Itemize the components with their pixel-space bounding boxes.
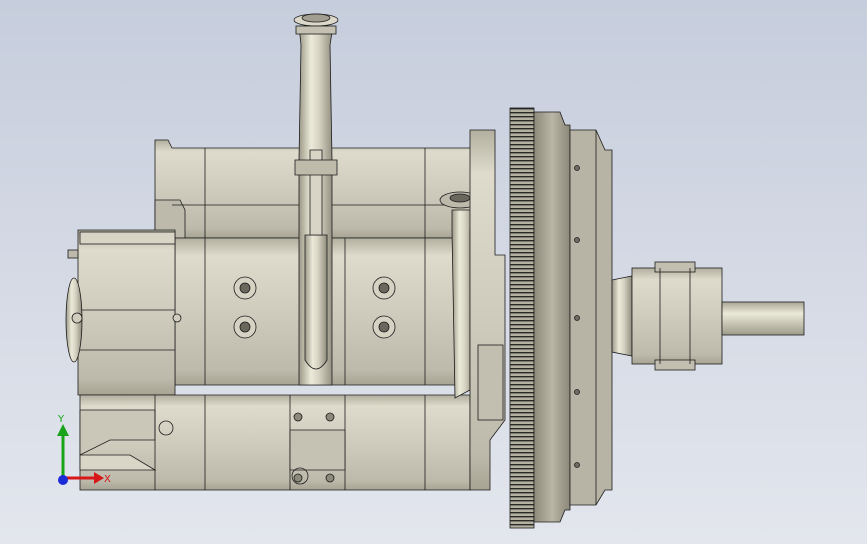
mount-hole xyxy=(325,473,335,483)
breather-cap-center xyxy=(449,193,471,203)
universal-joint xyxy=(631,267,723,365)
dipstick-guide xyxy=(304,234,328,370)
flywheel xyxy=(533,111,571,523)
cover-stud xyxy=(67,249,79,259)
front-cover xyxy=(77,229,176,396)
y-axis-arrowhead xyxy=(57,424,69,436)
cover-bolt xyxy=(172,313,182,323)
u-joint-yoke-bottom xyxy=(654,359,696,371)
filler-collar xyxy=(295,25,337,35)
sump-pad xyxy=(289,429,346,471)
mount-hole xyxy=(293,412,303,422)
front-cover-rim xyxy=(79,231,176,245)
pulley-bolt xyxy=(71,312,83,324)
z-axis-dot xyxy=(58,475,68,485)
x-axis-label: X xyxy=(104,474,111,485)
bellhousing-pad xyxy=(477,344,504,421)
mount-hole xyxy=(293,473,303,483)
output-shaft xyxy=(721,301,805,336)
y-axis-label: Y xyxy=(57,414,65,425)
output-hub xyxy=(611,275,633,357)
bellhousing xyxy=(469,129,506,491)
filler-cap xyxy=(301,13,331,23)
engine-model[interactable] xyxy=(65,13,805,529)
u-joint-yoke-top xyxy=(654,261,696,273)
oil-sump xyxy=(79,394,471,491)
filler-clamp xyxy=(294,159,338,176)
ring-gear xyxy=(509,107,535,529)
cad-3d-viewport[interactable]: Y X xyxy=(0,0,867,544)
mount-hole xyxy=(325,412,335,422)
